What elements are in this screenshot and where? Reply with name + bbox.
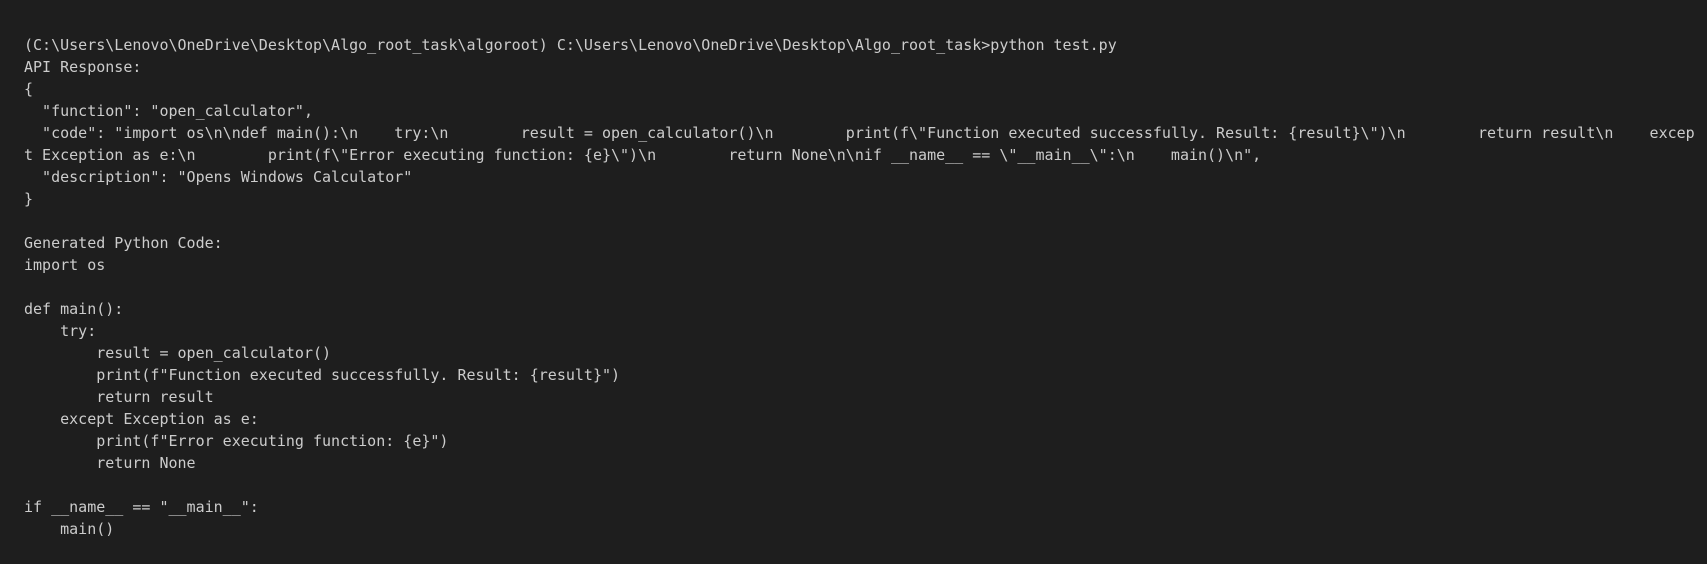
code-line: main() <box>24 520 115 538</box>
code-line: print(f"Error executing function: {e}") <box>24 432 449 450</box>
code-line: def main(): <box>24 300 124 318</box>
terminal-output[interactable]: (C:\Users\Lenovo\OneDrive\Desktop\Algo_r… <box>0 0 1707 564</box>
generated-code-heading: Generated Python Code: <box>24 234 223 252</box>
code-line: if __name__ == "__main__": <box>24 498 259 516</box>
code-line: result = open_calculator() <box>24 344 332 362</box>
json-code-line: "code": "import os\n\ndef main():\n try:… <box>24 124 1695 142</box>
json-description-line: "description": "Opens Windows Calculator… <box>24 168 413 186</box>
code-line: try: <box>24 322 97 340</box>
json-close-brace: } <box>24 190 34 208</box>
json-code-line-wrapped: t Exception as e:\n print(f\"Error execu… <box>24 146 1262 164</box>
json-open-brace: { <box>24 80 34 98</box>
code-line: import os <box>24 256 106 274</box>
json-function-line: "function": "open_calculator", <box>24 102 313 120</box>
code-line: return result <box>24 388 214 406</box>
code-line: return None <box>24 454 196 472</box>
command-prompt-line: (C:\Users\Lenovo\OneDrive\Desktop\Algo_r… <box>24 36 1117 54</box>
api-response-heading: API Response: <box>24 58 142 76</box>
code-line: print(f"Function executed successfully. … <box>24 366 621 384</box>
code-line: except Exception as e: <box>24 410 259 428</box>
